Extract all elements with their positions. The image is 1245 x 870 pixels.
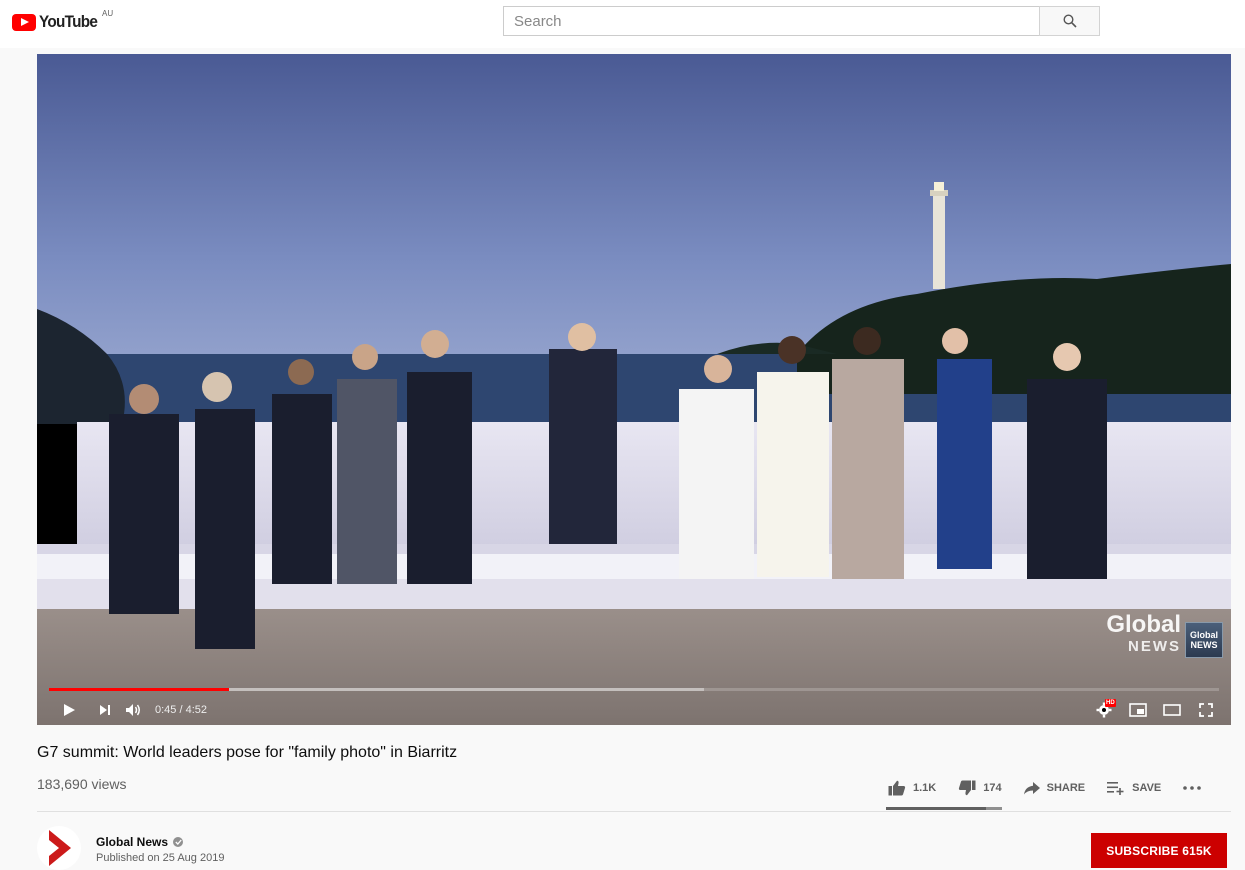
logo-text: YouTube [39, 12, 98, 31]
search-input[interactable] [503, 6, 1039, 36]
hd-badge: HD [1105, 699, 1116, 707]
watermark-sub: NEWS [1128, 638, 1181, 655]
video-actions: 1.1K 174 SHARE SAVE [888, 776, 1208, 800]
video-player[interactable]: Global NEWS Global NEWS 0:45 / 4:52 HD [37, 54, 1231, 725]
time-display: 0:45 / 4:52 [155, 703, 207, 716]
global-news-logo-icon [49, 830, 71, 866]
player-controls: 0:45 / 4:52 HD [37, 694, 1231, 725]
add-to-playlist-icon [1107, 782, 1124, 795]
youtube-logo[interactable]: YouTube AU [12, 9, 113, 32]
thumbs-up-icon [888, 780, 906, 796]
view-count: 183,690 views [37, 776, 127, 792]
search-bar [503, 6, 1100, 36]
divider [37, 811, 1231, 812]
search-icon [1062, 14, 1077, 28]
more-actions-button[interactable] [1183, 786, 1208, 790]
share-label: SHARE [1046, 782, 1086, 794]
progress-bar[interactable] [49, 688, 1219, 691]
channel-watermark[interactable]: Global NEWS Global NEWS [1106, 611, 1223, 658]
mute-button[interactable] [119, 694, 149, 725]
progress-played [49, 688, 230, 691]
fullscreen-icon [1199, 702, 1213, 717]
settings-button[interactable]: HD [1093, 694, 1116, 725]
volume-icon [126, 703, 140, 716]
thumbs-down-icon [959, 780, 976, 796]
save-label: SAVE [1132, 782, 1162, 794]
share-icon [1023, 781, 1040, 794]
region-code: AU [102, 9, 114, 18]
theater-mode-button[interactable] [1161, 694, 1183, 725]
dislike-count: 174 [983, 782, 1002, 794]
dislike-button[interactable]: 174 [958, 780, 1002, 796]
subscribe-button[interactable]: SUBSCRIBE 615K [1091, 833, 1227, 868]
miniplayer-button[interactable] [1127, 694, 1149, 725]
video-title: G7 summit: World leaders pose for "famil… [37, 744, 458, 761]
watermark-badge: Global NEWS [1185, 622, 1223, 658]
search-button[interactable] [1039, 6, 1100, 36]
channel-avatar[interactable] [37, 826, 81, 870]
masthead: YouTube AU [0, 0, 1245, 48]
save-button[interactable]: SAVE [1107, 781, 1161, 795]
more-horizontal-icon [1183, 786, 1202, 790]
watermark-badge-bottom: NEWS [1190, 640, 1218, 650]
play-icon [64, 703, 75, 716]
like-button[interactable]: 1.1K [888, 780, 936, 796]
channel-name: Global News [96, 835, 169, 849]
theater-icon [1163, 703, 1181, 716]
youtube-play-logo-icon [12, 13, 36, 31]
next-button[interactable] [91, 694, 119, 725]
miniplayer-icon [1129, 702, 1147, 717]
sentiment-bar [886, 807, 1002, 810]
channel-name-row[interactable]: Global News [96, 835, 184, 849]
fullscreen-button[interactable] [1195, 694, 1217, 725]
sentiment-like-fill [886, 807, 986, 810]
verified-icon [173, 837, 184, 847]
subscribe-label: SUBSCRIBE [1106, 843, 1179, 858]
watermark-brand: Global [1106, 611, 1181, 638]
subscriber-count: 615K [1182, 843, 1212, 858]
video-frame [37, 54, 1231, 725]
publish-date: Published on 25 Aug 2019 [96, 852, 225, 864]
play-button[interactable] [47, 694, 91, 725]
watermark-badge-top: Global [1189, 630, 1218, 640]
next-icon [100, 704, 110, 715]
like-count: 1.1K [913, 782, 937, 794]
share-button[interactable]: SHARE [1023, 781, 1086, 795]
